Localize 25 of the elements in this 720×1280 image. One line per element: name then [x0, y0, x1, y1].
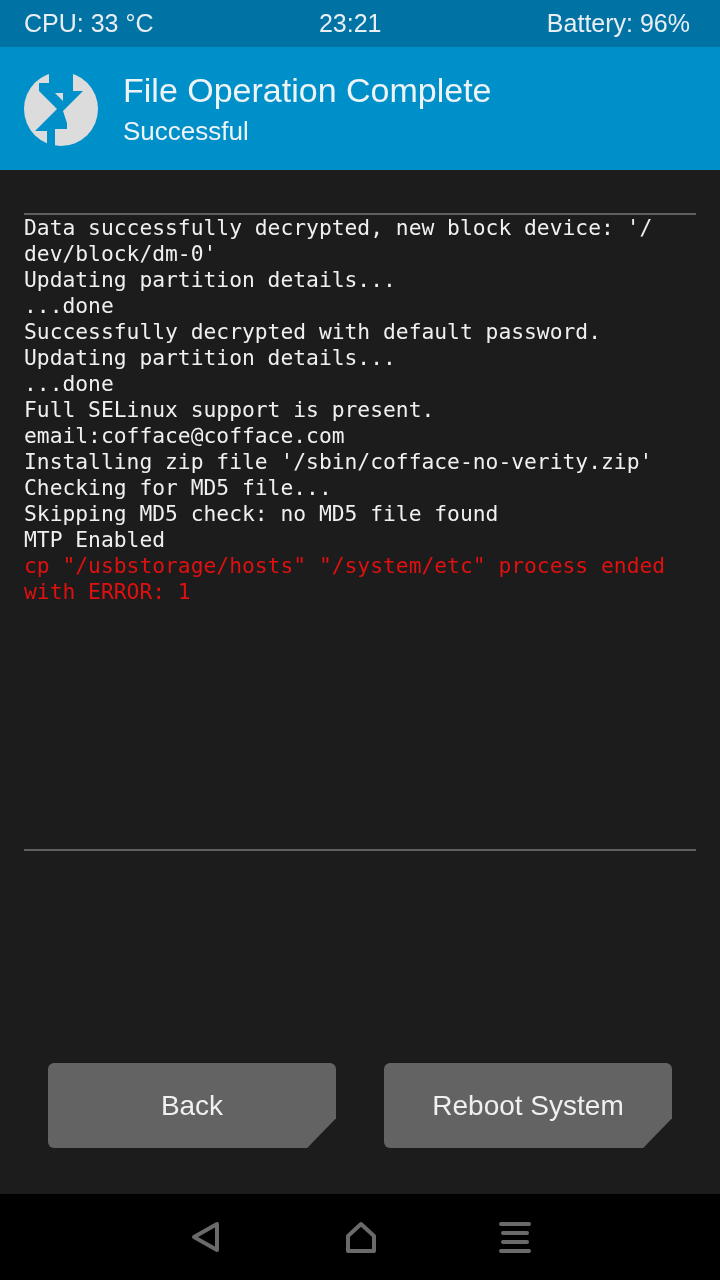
- log-line: with ERROR: 1: [24, 579, 192, 605]
- log-line: cp "/usbstorage/hosts" "/system/etc" process ended: [24, 553, 667, 579]
- log-line: email:cofface@cofface.com: [24, 423, 346, 449]
- log-line: Checking for MD5 file...: [24, 475, 333, 501]
- log-line: Updating partition details...: [24, 267, 397, 293]
- home-icon[interactable]: [345, 1221, 377, 1253]
- log-line: ...done: [24, 371, 115, 397]
- log-line: dev/block/dm-0': [24, 241, 218, 267]
- clock: 23:21: [318, 9, 382, 38]
- action-button[interactable]: Back: [48, 1063, 336, 1148]
- header-subtitle: Successful: [123, 115, 250, 147]
- log-line: Successfully decrypted with default password.: [24, 319, 602, 345]
- action-button[interactable]: Reboot System: [384, 1063, 672, 1148]
- cpu-temperature: CPU: 33 °C: [24, 9, 154, 38]
- menu-icon[interactable]: [499, 1221, 531, 1253]
- log-line: MTP Enabled: [24, 527, 167, 553]
- header-title: File Operation Complete: [123, 70, 492, 110]
- log-line: Installing zip file '/sbin/cofface-no-verity.zip': [24, 449, 654, 475]
- log-line: Full SELinux support is present.: [24, 397, 436, 423]
- battery-level: Battery: 96%: [546, 9, 690, 38]
- log-line: ...done: [24, 293, 115, 319]
- log-line: Skipping MD5 check: no MD5 file found: [24, 501, 500, 527]
- logo-icon: [23, 70, 99, 147]
- log-line: Updating partition details...: [24, 345, 397, 371]
- log-line: Data successfully decrypted, new block device: '/: [24, 215, 654, 241]
